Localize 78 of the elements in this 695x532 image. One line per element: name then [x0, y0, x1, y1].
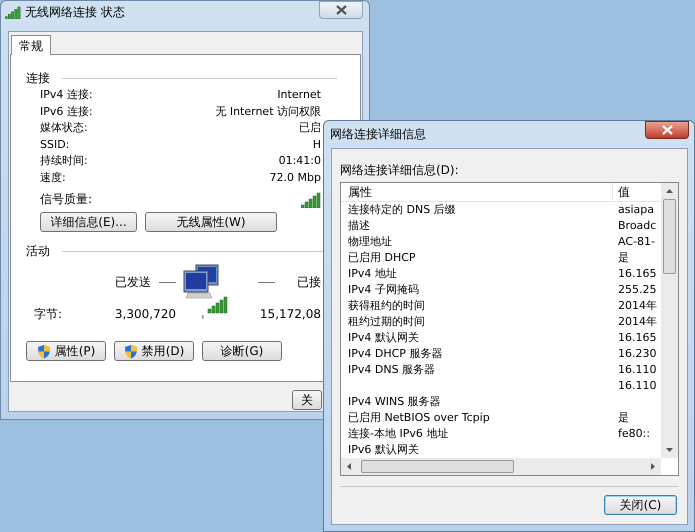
field-label: 信号质量: — [40, 191, 92, 208]
property-name: IPv4 子网掩码 — [348, 282, 419, 296]
field-label: 字节: — [34, 306, 62, 323]
field-label: 持续时间: — [40, 153, 88, 169]
sent-label: 已发送 — [115, 274, 151, 291]
property-name: 连接-本地 IPv6 地址 — [348, 426, 448, 440]
scroll-up-icon[interactable] — [666, 189, 673, 193]
field-label: 媒体状态: — [40, 120, 88, 136]
dialog-button[interactable]: 无线属性(W) — [145, 212, 277, 232]
field-value: 无 Internet 访问权限 — [215, 104, 321, 120]
signal-icon — [5, 6, 21, 18]
tab[interactable]: 常规 — [11, 35, 51, 55]
property-value: AC-81- — [617, 234, 655, 250]
property-value: 是 — [617, 410, 629, 426]
list-label: 网络连接详细信息(D): — [340, 162, 460, 179]
close-button[interactable] — [319, 1, 363, 19]
bytes-received: 15,172,08 — [260, 306, 321, 323]
horizontal-scrollbar[interactable] — [341, 458, 661, 475]
column-header[interactable]: 值 — [613, 183, 630, 201]
field-value: H — [312, 136, 321, 152]
close-icon — [336, 5, 346, 15]
property-value: 16.110 — [617, 362, 656, 378]
scroll-thumb[interactable] — [663, 199, 676, 274]
scroll-right-icon[interactable] — [651, 463, 655, 470]
window-title: 无线网络连接 状态 — [25, 4, 125, 21]
property-value: fe80:: — [617, 426, 650, 442]
property-name: 获得租约的时间 — [348, 298, 425, 312]
field-value: Internet — [277, 87, 321, 103]
scroll-down-icon[interactable] — [666, 448, 673, 452]
signal-strength-icon — [301, 192, 321, 208]
field-label: 速度: — [40, 170, 66, 186]
dialog-button[interactable]: 禁用(D) — [114, 341, 194, 361]
shield-icon — [36, 344, 51, 358]
property-name: 已启用 DHCP — [348, 250, 416, 264]
bytes-sent: 3,300,720 — [114, 306, 176, 323]
property-name: 租约过期的时间 — [348, 314, 425, 328]
property-name: 连接特定的 DNS 后缀 — [348, 202, 456, 216]
property-value: Broadc — [617, 218, 656, 234]
close-icon — [662, 125, 672, 135]
property-name: 已启用 NetBIOS over Tcpip — [348, 410, 490, 424]
dialog-button[interactable]: 关闭(C) — [604, 495, 677, 515]
property-name: IPv6 默认网关 — [348, 442, 419, 456]
property-value: 2014年 — [617, 298, 657, 314]
property-value: 255.25 — [617, 282, 656, 298]
property-value: 2014年 — [617, 314, 657, 330]
field-label: IPv4 连接: — [40, 87, 93, 103]
property-value: asiapa — [617, 202, 654, 218]
property-value: 16.165 — [617, 330, 656, 346]
property-name: IPv4 地址 — [348, 266, 397, 280]
property-name: 描述 — [348, 218, 370, 232]
dialog-button[interactable]: 详细信息(E)... — [40, 212, 137, 232]
dialog-button[interactable]: 属性(P) — [26, 341, 106, 361]
property-value: 16.165 — [617, 266, 656, 282]
property-name: 物理地址 — [348, 234, 392, 248]
window-title: 网络连接详细信息 — [330, 126, 426, 143]
field-value: 72.0 Mbp — [270, 170, 321, 186]
field-label: SSID: — [40, 136, 70, 152]
property-name: IPv4 WINS 服务器 — [348, 394, 441, 408]
dialog-button[interactable]: 诊断(G) — [202, 341, 282, 361]
property-name: IPv4 默认网关 — [348, 330, 419, 344]
property-value: 是 — [617, 250, 629, 266]
close-button[interactable] — [645, 121, 689, 139]
field-value: 01:41:0 — [278, 153, 321, 169]
vertical-scrollbar[interactable] — [661, 183, 678, 458]
section-heading: 活动 — [26, 243, 50, 260]
property-value: 16.230 — [617, 346, 656, 362]
property-name: IPv4 DHCP 服务器 — [348, 346, 442, 360]
scroll-left-icon[interactable] — [347, 463, 351, 470]
received-label: 已接 — [297, 274, 321, 291]
property-name: IPv4 DNS 服务器 — [348, 362, 436, 376]
property-value: 16.110 — [617, 378, 656, 394]
dialog-button[interactable]: 关 — [292, 390, 322, 410]
field-value: 已启 — [299, 120, 321, 136]
shield-icon — [124, 344, 138, 358]
field-label: IPv6 连接: — [40, 104, 93, 120]
section-heading: 连接 — [26, 70, 50, 87]
column-header[interactable]: 属性 — [341, 183, 613, 201]
scroll-thumb[interactable] — [361, 460, 514, 473]
